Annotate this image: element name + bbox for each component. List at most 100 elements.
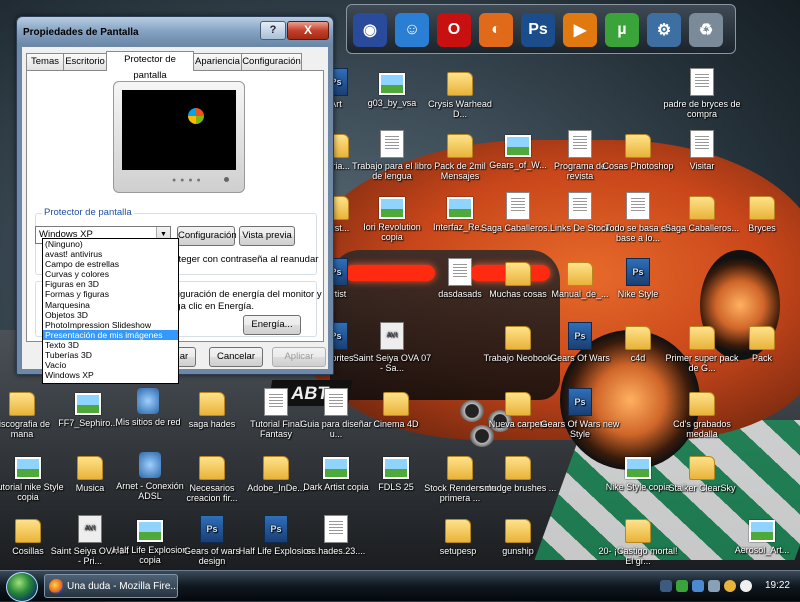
configure-button[interactable]: Configuración [177, 226, 237, 246]
dropdown-option[interactable]: Presentación de mis imágenes [43, 329, 178, 340]
monitor-preview: ● ● ● ● [113, 81, 245, 193]
desktop-icon[interactable]: 20- ¡Castigo mortal! El gr... [598, 515, 678, 566]
desktop-icon[interactable]: Aerosol_Art... [722, 515, 800, 555]
chevron-left-icon[interactable] [660, 580, 672, 592]
desktop-icon-label: Nike Style [617, 289, 659, 299]
desktop-icon-label: padre de bryces de compra [663, 99, 741, 119]
doc-icon [448, 258, 472, 286]
tab-apariencia[interactable]: Apariencia [193, 53, 242, 70]
net-icon [137, 388, 159, 414]
preview-button[interactable]: Vista previa [239, 226, 295, 246]
folder-icon [505, 519, 531, 543]
desktop-icon[interactable]: Stalker ClearSky [662, 452, 742, 493]
avast-icon[interactable] [740, 580, 752, 592]
desktop-icon[interactable]: Cinema 4D [356, 388, 436, 429]
system-tray: 19:22 [660, 573, 800, 599]
folder-icon [625, 134, 651, 158]
utorrent-icon[interactable]: µ [605, 13, 639, 47]
volume-icon[interactable] [708, 580, 720, 592]
dropdown-option[interactable]: Formas y figuras [43, 289, 178, 299]
gear-icon[interactable]: ⚙ [647, 13, 681, 47]
net-icon [139, 452, 161, 478]
tab-escritorio[interactable]: Escritorio [63, 53, 107, 70]
desktop-icon[interactable]: Cd's grabados medalla [662, 388, 742, 439]
desktop-icon-label: smudge brushes ... [479, 483, 557, 493]
dropdown-option[interactable]: Figuras en 3D [43, 279, 178, 289]
dropdown-option[interactable]: Vacío [43, 360, 178, 370]
desktop-icon[interactable]: Bryces [722, 192, 800, 233]
start-button[interactable] [6, 572, 38, 602]
folder-icon [199, 456, 225, 480]
img-icon [383, 457, 409, 479]
folder-icon [625, 519, 651, 543]
energy-button[interactable]: Energía... [243, 315, 301, 335]
folder-icon [383, 392, 409, 416]
windows-logo-icon [188, 108, 204, 124]
network-icon[interactable] [692, 580, 704, 592]
power-led-icon [224, 177, 229, 182]
dropdown-option[interactable]: Texto 3D [43, 340, 178, 350]
img-icon [379, 73, 405, 95]
tray-icon[interactable] [676, 580, 688, 592]
dropdown-option[interactable]: Windows XP [43, 370, 178, 380]
clock[interactable]: 19:22 [765, 580, 790, 591]
tab-configuracion[interactable]: Configuración [241, 53, 302, 70]
taskbar-item-label: Una duda - Mozilla Fire... [67, 581, 178, 592]
dropdown-option[interactable]: Tuberías 3D [43, 350, 178, 360]
messenger-icon[interactable]: ☺ [395, 13, 429, 47]
dropdown-option[interactable]: avast! antivirus [43, 249, 178, 259]
img-icon [15, 457, 41, 479]
close-button[interactable]: X [287, 21, 329, 40]
folder-icon [77, 456, 103, 480]
recycle-bin-icon[interactable]: ♻ [689, 13, 723, 47]
desktop-icon[interactable]: Visitar [662, 130, 742, 171]
desktop-icon-label: Visitar [689, 161, 715, 171]
desktop-icon[interactable]: Pack [722, 322, 800, 363]
psd-icon: Ps [568, 322, 592, 350]
tab-temas[interactable]: Temas [26, 53, 64, 70]
title-bar[interactable]: Propiedades de Pantalla ? X [17, 17, 333, 45]
apply-button[interactable]: Aplicar [272, 347, 326, 367]
desktop-icon[interactable]: padre de bryces de compra [662, 68, 742, 119]
taskbar-item-firefox[interactable]: Una duda - Mozilla Fire... [44, 574, 178, 598]
monitor-buttons: ● ● ● ● [172, 177, 202, 184]
img-icon [749, 520, 775, 542]
firefox-icon [49, 579, 64, 594]
folder-icon [689, 392, 715, 416]
media-player-icon[interactable]: ▶ [563, 13, 597, 47]
folder-icon [749, 196, 775, 220]
desktop-icon[interactable]: smudge brushes ... [478, 452, 558, 493]
dropdown-option[interactable]: (Ninguno) [43, 239, 178, 249]
avi-icon: AVI [380, 322, 404, 350]
folder-icon [447, 72, 473, 96]
desktop-icon[interactable]: gunship [478, 515, 558, 556]
dropdown-option[interactable]: Marquesina [43, 300, 178, 310]
folder-icon [689, 326, 715, 350]
tab-protector-de-pantalla[interactable]: Protector de pantalla [106, 51, 194, 81]
psd-icon: Ps [626, 258, 650, 286]
desktop-icon[interactable]: Crysis Warhead D... [420, 68, 500, 119]
img-icon [137, 520, 163, 542]
dropdown-option[interactable]: Curvas y colores [43, 269, 178, 279]
orb-icon[interactable]: ◉ [353, 13, 387, 47]
psd-icon: Ps [200, 515, 224, 543]
opera-icon[interactable]: O [437, 13, 471, 47]
desktop-icon[interactable]: Ps Gears Of Wars new Style [540, 388, 620, 439]
desktop-icon[interactable]: ss.hades.23.... [296, 515, 376, 556]
desktop-icon[interactable]: Ps Nike Style [598, 258, 678, 299]
doc-icon [324, 388, 348, 416]
window-title: Propiedades de Pantalla [23, 27, 139, 38]
folder-icon [689, 196, 715, 220]
cancel-button[interactable]: Cancelar [209, 347, 263, 367]
desktop-icon-label: Pack [751, 353, 772, 363]
dropdown-option[interactable]: PhotoImpression Slideshow [43, 320, 178, 330]
dropdown-option[interactable]: Campo de estrellas [43, 259, 178, 269]
photoshop-icon[interactable]: Ps [521, 13, 555, 47]
desktop-icon-label: 20- ¡Castigo mortal! El gr... [598, 546, 678, 566]
messenger-icon[interactable] [724, 580, 736, 592]
energy-text-line-2: aga clic en Energía. [170, 301, 254, 312]
help-button[interactable]: ? [260, 21, 286, 40]
dropdown-option[interactable]: Objetos 3D [43, 310, 178, 320]
doc-icon [626, 192, 650, 220]
firefox-icon[interactable]: ◐ [479, 13, 513, 47]
